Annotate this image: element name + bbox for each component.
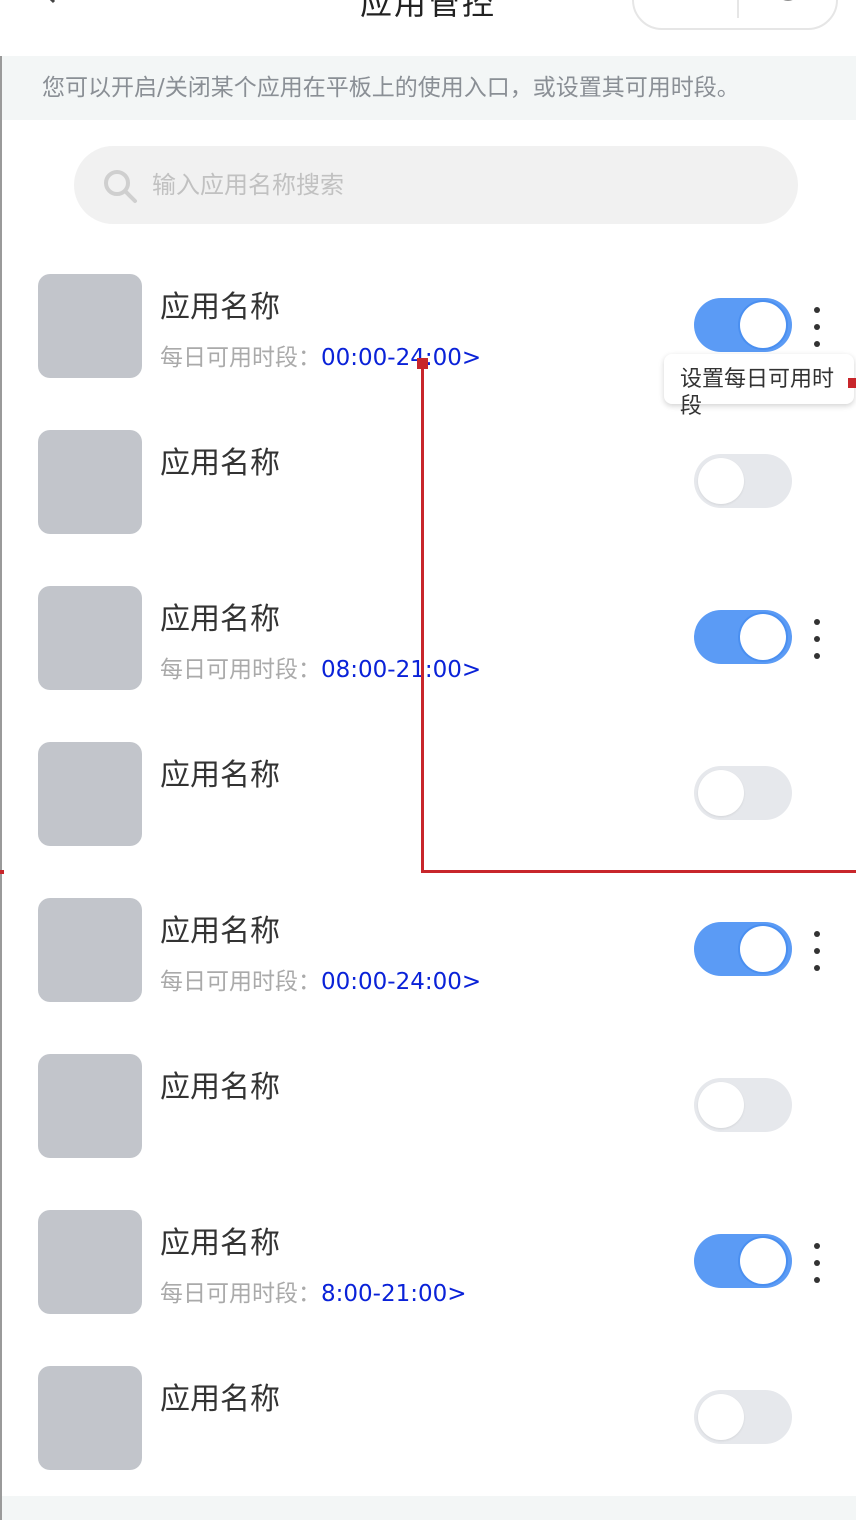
more-vertical-icon[interactable] <box>806 304 828 350</box>
toggle-knob <box>740 302 786 348</box>
app-icon <box>38 1210 142 1314</box>
app-toggle[interactable] <box>694 298 792 352</box>
time-period-value[interactable]: 08:00-21:00> <box>321 657 481 683</box>
annotation-line <box>421 362 424 870</box>
toggle-knob <box>698 1082 744 1128</box>
time-period-value[interactable]: 00:00-24:00> <box>321 969 481 995</box>
app-name: 应用名称 <box>160 602 280 637</box>
bottom-bar <box>2 1496 856 1520</box>
app-item: 应用名称 每日可用时段：00:00-24:00> <box>0 870 856 1026</box>
notice-banner: 您可以开启/关闭某个应用在平板上的使用入口，或设置其可用时段。 <box>2 56 856 120</box>
app-name: 应用名称 <box>160 290 280 325</box>
app-toggle[interactable] <box>694 1234 792 1288</box>
app-icon <box>38 274 142 378</box>
app-icon <box>38 742 142 846</box>
time-period-link[interactable]: 每日可用时段：00:00-24:00> <box>160 338 481 372</box>
more-vertical-icon[interactable] <box>806 928 828 974</box>
annotation-marker <box>848 378 856 388</box>
search-icon <box>104 170 137 203</box>
app-name: 应用名称 <box>160 446 280 481</box>
annotation-marker <box>0 870 4 874</box>
time-period-label: 每日可用时段： <box>160 969 321 995</box>
app-name: 应用名称 <box>160 1070 280 1105</box>
time-period-link[interactable]: 每日可用时段：8:00-21:00> <box>160 1274 467 1308</box>
app-toggle[interactable] <box>694 922 792 976</box>
app-name: 应用名称 <box>160 914 280 949</box>
app-toggle[interactable] <box>694 1390 792 1444</box>
time-period-value[interactable]: 00:00-24:00> <box>321 345 481 371</box>
app-toggle[interactable] <box>694 766 792 820</box>
header: 应用管控 <box>0 0 856 56</box>
time-period-value[interactable]: 8:00-21:00> <box>321 1281 467 1307</box>
time-period-label: 每日可用时段： <box>160 345 321 371</box>
app-name: 应用名称 <box>160 1226 280 1261</box>
app-icon <box>38 1054 142 1158</box>
app-name: 应用名称 <box>160 1382 280 1417</box>
app-icon <box>38 430 142 534</box>
time-period-label: 每日可用时段： <box>160 657 321 683</box>
search-input[interactable]: 输入应用名称搜索 <box>152 146 344 224</box>
target-icon[interactable] <box>766 0 810 2</box>
annotation-line <box>421 870 856 873</box>
toggle-knob <box>698 458 744 504</box>
more-vertical-icon[interactable] <box>806 616 828 662</box>
capsule-divider <box>737 0 739 18</box>
app-item: 应用名称 每日可用时段：08:00-21:00> <box>0 558 856 714</box>
time-period-label: 每日可用时段： <box>160 1281 321 1307</box>
toggle-knob <box>698 770 744 816</box>
app-toggle[interactable] <box>694 1078 792 1132</box>
annotation-marker <box>417 358 428 369</box>
search-bar[interactable]: 输入应用名称搜索 <box>74 146 798 224</box>
app-item: 应用名称 <box>0 402 856 558</box>
tooltip-text: 设置每日可用时段 <box>680 367 835 419</box>
app-item: 应用名称 <box>0 714 856 870</box>
app-icon <box>38 898 142 1002</box>
toggle-knob <box>740 1238 786 1284</box>
time-period-link[interactable]: 每日可用时段：00:00-24:00> <box>160 962 481 996</box>
more-vertical-icon[interactable] <box>806 1240 828 1286</box>
app-item: 应用名称 <box>0 1338 856 1494</box>
app-toggle[interactable] <box>694 610 792 664</box>
toggle-knob <box>740 614 786 660</box>
time-period-link[interactable]: 每日可用时段：08:00-21:00> <box>160 650 481 684</box>
toggle-knob <box>740 926 786 972</box>
tooltip-popup[interactable]: 设置每日可用时段 <box>664 354 854 419</box>
app-name: 应用名称 <box>160 758 280 793</box>
app-toggle[interactable] <box>694 454 792 508</box>
toggle-knob <box>698 1394 744 1440</box>
app-item: 应用名称 <box>0 1026 856 1182</box>
app-item: 应用名称 每日可用时段：8:00-21:00> <box>0 1182 856 1338</box>
mini-program-capsule <box>632 0 838 30</box>
app-icon <box>38 1366 142 1470</box>
app-icon <box>38 586 142 690</box>
